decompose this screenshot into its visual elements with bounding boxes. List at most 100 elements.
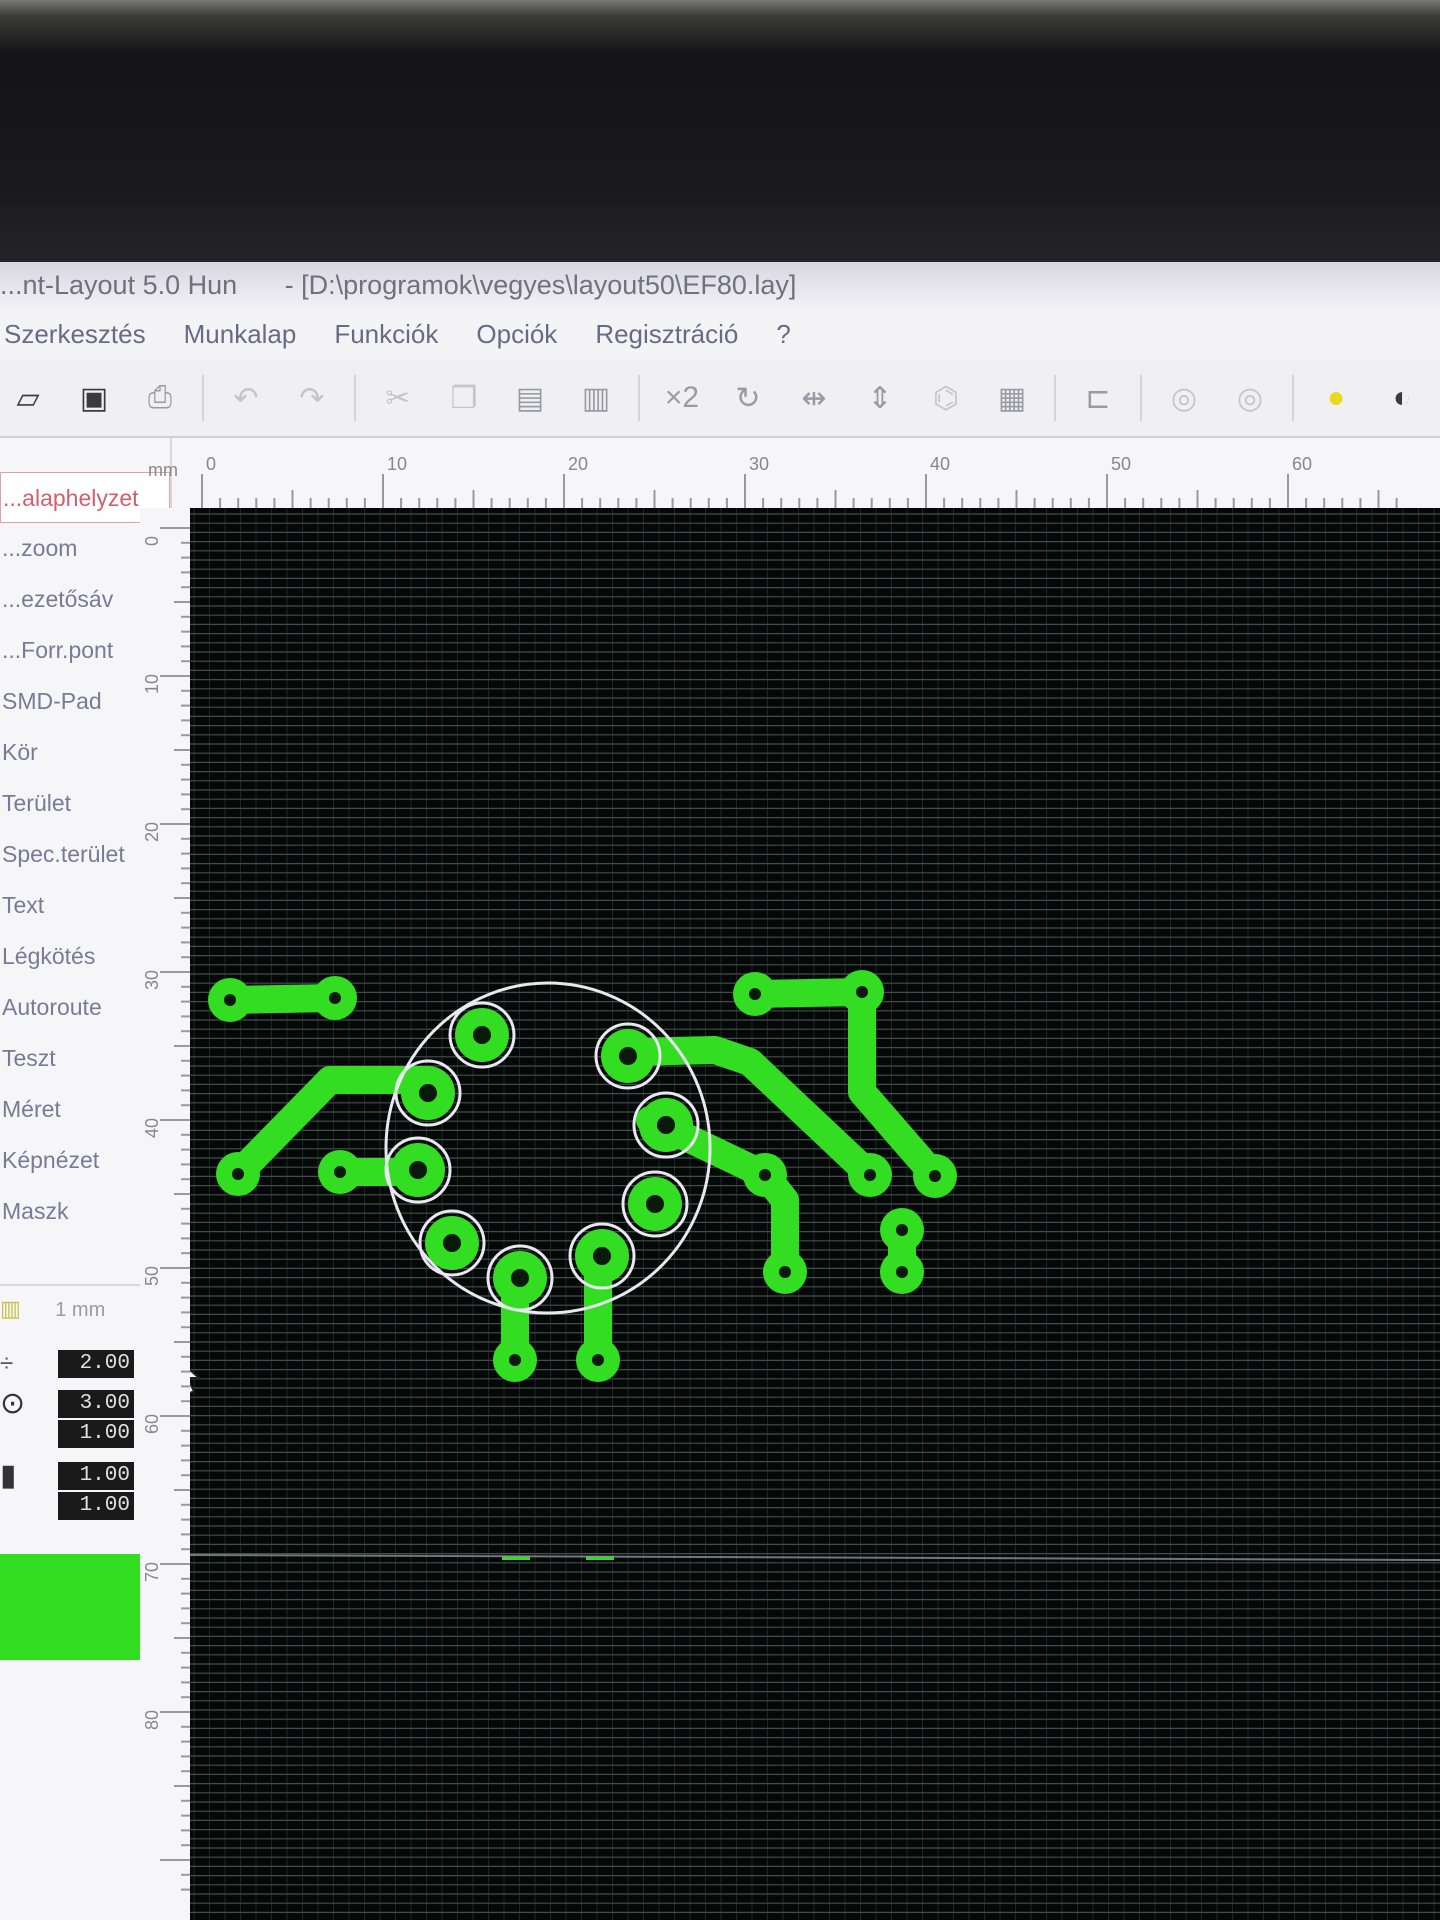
track-width-row: ÷ 2.00 ▴▾	[0, 1350, 152, 1378]
smd-height-row: 1.00 ▴▾	[58, 1492, 152, 1520]
redo-icon[interactable]: ↷	[288, 374, 336, 422]
toolbar-separator	[1292, 375, 1294, 421]
pad-hole	[856, 986, 868, 998]
pad-hole	[657, 1116, 675, 1134]
pad-hole	[509, 1354, 521, 1366]
pad-hole	[511, 1269, 529, 1287]
pad-hole	[593, 1247, 611, 1265]
pad-hole	[619, 1047, 637, 1065]
app-title: ...nt-Layout 5.0 Hun	[0, 270, 238, 300]
delete-icon[interactable]: ▥	[572, 374, 620, 422]
pad-hole	[334, 1166, 346, 1178]
copy-icon[interactable]: ❐	[440, 374, 488, 422]
paste-icon[interactable]: ▤	[506, 374, 554, 422]
track-width-icon: ÷	[0, 1350, 14, 1377]
pad-hole	[646, 1195, 664, 1213]
ruler-label: 20	[568, 454, 588, 474]
pad-hole	[232, 1168, 244, 1180]
smd-height-field[interactable]: 1.00	[58, 1492, 134, 1520]
open-folder-icon[interactable]: ▱	[4, 374, 52, 422]
rotate-icon[interactable]: ↻	[724, 374, 772, 422]
toolbar-separator	[202, 375, 204, 421]
tube-socket	[384, 981, 712, 1315]
menu-item-regisztracio[interactable]: Regisztráció	[595, 319, 738, 350]
ruler-label: 60	[142, 1414, 162, 1434]
lock-icon[interactable]: ◎	[1160, 374, 1208, 422]
board-edge	[190, 1554, 1440, 1561]
ruler-left-ticks: 0 10 20 30 40 50 60 70 80	[142, 527, 190, 1891]
ruler-label: 10	[142, 674, 162, 694]
pad-hole	[759, 1169, 771, 1181]
pad-hole	[329, 992, 341, 1004]
pad-outer-field[interactable]: 3.00	[58, 1389, 134, 1418]
pad-hole	[896, 1224, 908, 1236]
toolbar: ▱ ▣ ⎙ ↶ ↷ ✂ ❐ ▤ ▥ ×2 ↻ ⇹ ⇕ ⌬ ▦ ⊏ ◎ ◎ ● ◐	[0, 360, 1440, 438]
ruler-top: mm 0 10 20 30 40 50 60	[148, 438, 1440, 508]
ruler-left: 0 10 20 30 40 50 60 70 80	[140, 508, 190, 1920]
zoom-icon[interactable]: ●	[1312, 374, 1360, 422]
pad-hole	[864, 1169, 876, 1181]
mirror-horizontal-icon[interactable]: ⇹	[790, 374, 838, 422]
ruler-label: 20	[142, 822, 162, 842]
pad-hole	[749, 988, 761, 1000]
track-width-field[interactable]: 2.00	[58, 1350, 134, 1378]
duplicate-x2-icon[interactable]: ×2	[658, 374, 706, 422]
pad-hole	[473, 1026, 491, 1044]
ruler-label: 30	[142, 970, 162, 990]
ruler-label: 60	[1292, 454, 1312, 474]
cut-icon[interactable]: ✂	[374, 374, 422, 422]
save-icon[interactable]: ▣	[70, 374, 118, 422]
print-icon[interactable]: ⎙	[136, 374, 184, 422]
pad-hole	[443, 1234, 461, 1252]
pad-hole	[592, 1354, 604, 1366]
pad-hole	[779, 1266, 791, 1278]
grid-icon: ▥	[0, 1296, 21, 1321]
menu-item-funkciok[interactable]: Funkciók	[334, 319, 438, 350]
pad-hole	[929, 1170, 941, 1182]
ruler-label: 30	[749, 454, 769, 474]
ruler-label: 50	[142, 1266, 162, 1286]
ruler-label: 0	[206, 454, 216, 474]
connection-icon[interactable]: ⊏	[1074, 374, 1122, 422]
menu-item-help[interactable]: ?	[776, 319, 790, 350]
pad-hole	[224, 994, 236, 1006]
ruler-label: 10	[387, 454, 407, 474]
unlock-icon[interactable]: ◎	[1226, 374, 1274, 422]
toolbar-separator	[354, 375, 356, 421]
smd-width-field[interactable]: 1.00	[58, 1461, 134, 1490]
ruler-label: 50	[1111, 454, 1131, 474]
layer-icon[interactable]: ◐	[1378, 374, 1426, 422]
grid-icon[interactable]: ▦	[988, 374, 1036, 422]
pad-inner-field[interactable]: 1.00	[58, 1420, 134, 1448]
mirror-vertical-icon[interactable]: ⇕	[856, 374, 904, 422]
pad-inner-row: 1.00 ▴▾	[58, 1420, 152, 1448]
undo-icon[interactable]: ↶	[222, 374, 270, 422]
pcb-board[interactable]	[190, 508, 1440, 1920]
smd-size-icon: ▮	[0, 1459, 17, 1492]
ruler-top-ticks: 0 10 20 30 40 50 60	[201, 454, 1398, 508]
file-path: - [D:\programok\vegyes\layout50\EF80.lay…	[284, 270, 797, 300]
pad-hole	[419, 1084, 437, 1102]
ruler-label: 40	[930, 454, 950, 474]
menu-item-opciok[interactable]: Opciók	[476, 319, 557, 350]
menu-item-munkalap[interactable]: Munkalap	[184, 319, 297, 350]
menu-item-szerkesztes[interactable]: Szerkesztés	[4, 319, 146, 350]
ruler-label: 80	[142, 1710, 162, 1730]
grid-size-label: 1 mm	[55, 1299, 106, 1321]
pad-hole	[409, 1161, 427, 1179]
ruler-label: 70	[142, 1562, 162, 1582]
toolbar-separator	[1140, 375, 1142, 421]
toolbar-separator	[638, 375, 640, 421]
pad-outer-row: ⊙ 3.00 ▴▾	[0, 1386, 152, 1421]
menu-bar: Szerkesztés Munkalap Funkciók Opciók Reg…	[0, 308, 1440, 360]
group-icon[interactable]: ⌬	[922, 374, 970, 422]
toolbar-separator	[1054, 375, 1056, 421]
pad-hole	[896, 1266, 908, 1278]
title-bar: ...nt-Layout 5.0 Hun - [D:\programok\veg…	[0, 262, 1440, 308]
pcb-canvas[interactable]	[190, 508, 1440, 1920]
ruler-label: 0	[142, 536, 162, 546]
pad-size-icon: ⊙	[0, 1387, 26, 1420]
ruler-label: 40	[142, 1118, 162, 1138]
smd-width-row: ▮ 1.00 ▴▾	[0, 1458, 152, 1493]
grid	[190, 508, 1440, 1920]
